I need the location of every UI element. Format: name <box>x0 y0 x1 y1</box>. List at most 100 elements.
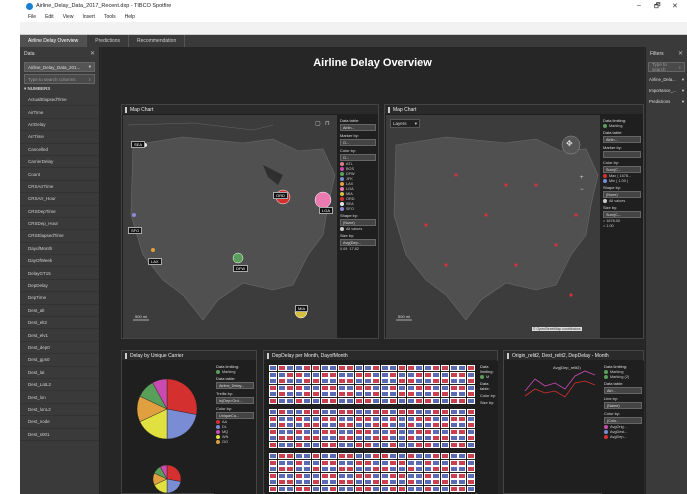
heatmap-cell[interactable] <box>320 441 329 448</box>
heatmap-cell[interactable] <box>294 422 303 428</box>
legend-item[interactable]: AA <box>216 420 254 424</box>
heatmap-cell[interactable] <box>398 441 406 448</box>
column-item[interactable]: Dest_s001 <box>20 429 99 441</box>
heatmap-cell[interactable] <box>372 485 381 492</box>
heatmap-cell[interactable] <box>432 479 441 485</box>
heatmap-cell[interactable] <box>423 384 432 391</box>
legend-item[interactable]: MIA <box>340 192 376 196</box>
heatmap-cell[interactable] <box>380 391 389 397</box>
heatmap-cell[interactable] <box>355 435 363 441</box>
heatmap-cell[interactable] <box>329 479 338 485</box>
heatmap-cell[interactable] <box>423 397 432 404</box>
heatmap-cell[interactable] <box>441 422 449 428</box>
heatmap-cell[interactable] <box>432 485 441 492</box>
heatmap-cell[interactable] <box>432 391 441 397</box>
heatmap-cell[interactable] <box>449 472 458 479</box>
heatmap-cell[interactable] <box>346 378 355 384</box>
menu-insert[interactable]: Insert <box>82 14 95 20</box>
heatmap-cell[interactable] <box>389 422 398 428</box>
legend-item[interactable]: Max ( 1678... <box>603 174 641 178</box>
heatmap-cell[interactable] <box>449 459 458 466</box>
heatmap-cell[interactable] <box>294 397 303 404</box>
heatmap-cell[interactable] <box>466 384 475 391</box>
heatmap-cell[interactable] <box>337 371 346 378</box>
heatmap-cell[interactable] <box>406 485 415 492</box>
heatmap-cell[interactable] <box>337 409 346 415</box>
legend-item[interactable]: AvgDest... <box>604 430 642 434</box>
heatmap-grid[interactable] <box>265 361 475 494</box>
tab-recommendation[interactable]: Recommendation <box>129 35 186 47</box>
legend-item[interactable]: BOS <box>340 167 376 171</box>
menu-help[interactable]: Help <box>125 14 135 20</box>
heatmap-cell[interactable] <box>329 459 338 466</box>
zoom-out-button[interactable]: − <box>580 187 584 193</box>
line-chart[interactable]: Origin_relit2, Dest_relit2, DepDelay - M… <box>503 350 644 494</box>
heatmap-cell[interactable] <box>389 409 398 415</box>
heatmap-cell[interactable] <box>320 466 329 472</box>
heatmap-cell[interactable] <box>449 422 458 428</box>
heatmap-cell[interactable] <box>294 441 303 448</box>
heatmap-cell[interactable] <box>355 466 363 472</box>
heatmap-cell[interactable] <box>415 384 424 391</box>
heatmap-cell[interactable] <box>320 397 329 404</box>
heatmap-cell[interactable] <box>423 409 432 415</box>
heatmap-cell[interactable] <box>380 472 389 479</box>
heatmap-cell[interactable] <box>466 466 475 472</box>
heatmap-cell[interactable] <box>466 472 475 479</box>
heatmap-cell[interactable] <box>286 365 295 371</box>
heatmap-cell[interactable] <box>277 384 286 391</box>
heatmap-cell[interactable] <box>432 459 441 466</box>
heatmap-cell[interactable] <box>269 485 277 492</box>
column-item[interactable]: CRSElapsedTime <box>20 230 99 243</box>
heatmap-cell[interactable] <box>269 441 277 448</box>
zoom-rect-icon[interactable]: ▢ <box>315 120 321 127</box>
heatmap-cell[interactable] <box>329 441 338 448</box>
heatmap-cell[interactable] <box>269 479 277 485</box>
heatmap-cell[interactable] <box>355 378 363 384</box>
heatmap-cell[interactable] <box>372 479 381 485</box>
heatmap-cell[interactable] <box>286 391 295 397</box>
heatmap-cell[interactable] <box>303 472 312 479</box>
tab-predictions[interactable]: Predictions <box>87 35 130 47</box>
heatmap-cell[interactable] <box>320 472 329 479</box>
heatmap-cell[interactable] <box>277 422 286 428</box>
heatmap-cell[interactable] <box>389 415 398 422</box>
heatmap-cell[interactable] <box>320 391 329 397</box>
heatmap-cell[interactable] <box>269 384 277 391</box>
heatmap-cell[interactable] <box>320 371 329 378</box>
heatmap-cell[interactable] <box>458 479 467 485</box>
heatmap-cell[interactable] <box>363 485 372 492</box>
heatmap-cell[interactable] <box>312 428 320 435</box>
heatmap-cell[interactable] <box>380 378 389 384</box>
heatmap-cell[interactable] <box>269 365 277 371</box>
heatmap-cell[interactable] <box>277 428 286 435</box>
legend-trellis-select[interactable]: Is(Dep>Ord... <box>216 397 254 404</box>
heatmap-cell[interactable] <box>466 459 475 466</box>
heatmap-cell[interactable] <box>466 371 475 378</box>
heatmap-cell[interactable] <box>389 384 398 391</box>
heatmap-cell[interactable] <box>312 485 320 492</box>
heatmap-cell[interactable] <box>320 435 329 441</box>
heatmap-cell[interactable] <box>329 378 338 384</box>
heatmap-cell[interactable] <box>269 371 277 378</box>
heatmap-cell[interactable] <box>441 397 449 404</box>
heatmap-cell[interactable] <box>294 453 303 459</box>
heatmap-cell[interactable] <box>415 435 424 441</box>
heatmap-cell[interactable] <box>286 472 295 479</box>
heatmap-cell[interactable] <box>363 479 372 485</box>
heatmap-cell[interactable] <box>363 441 372 448</box>
heatmap-cell[interactable] <box>432 472 441 479</box>
heatmap-cell[interactable] <box>432 428 441 435</box>
heatmap-cell[interactable] <box>466 409 475 415</box>
heatmap-cell[interactable] <box>355 441 363 448</box>
heatmap-cell[interactable] <box>406 479 415 485</box>
heatmap-cell[interactable] <box>432 384 441 391</box>
filter-item[interactable]: Importance_... ▾ <box>646 85 687 96</box>
heatmap-cell[interactable] <box>355 479 363 485</box>
column-item[interactable]: Dest_gps0 <box>20 354 99 367</box>
heatmap-cell[interactable] <box>286 441 295 448</box>
heatmap-cell[interactable] <box>466 485 475 492</box>
heatmap-cell[interactable] <box>363 415 372 422</box>
heatmap-cell[interactable] <box>346 422 355 428</box>
heatmap-cell[interactable] <box>441 371 449 378</box>
